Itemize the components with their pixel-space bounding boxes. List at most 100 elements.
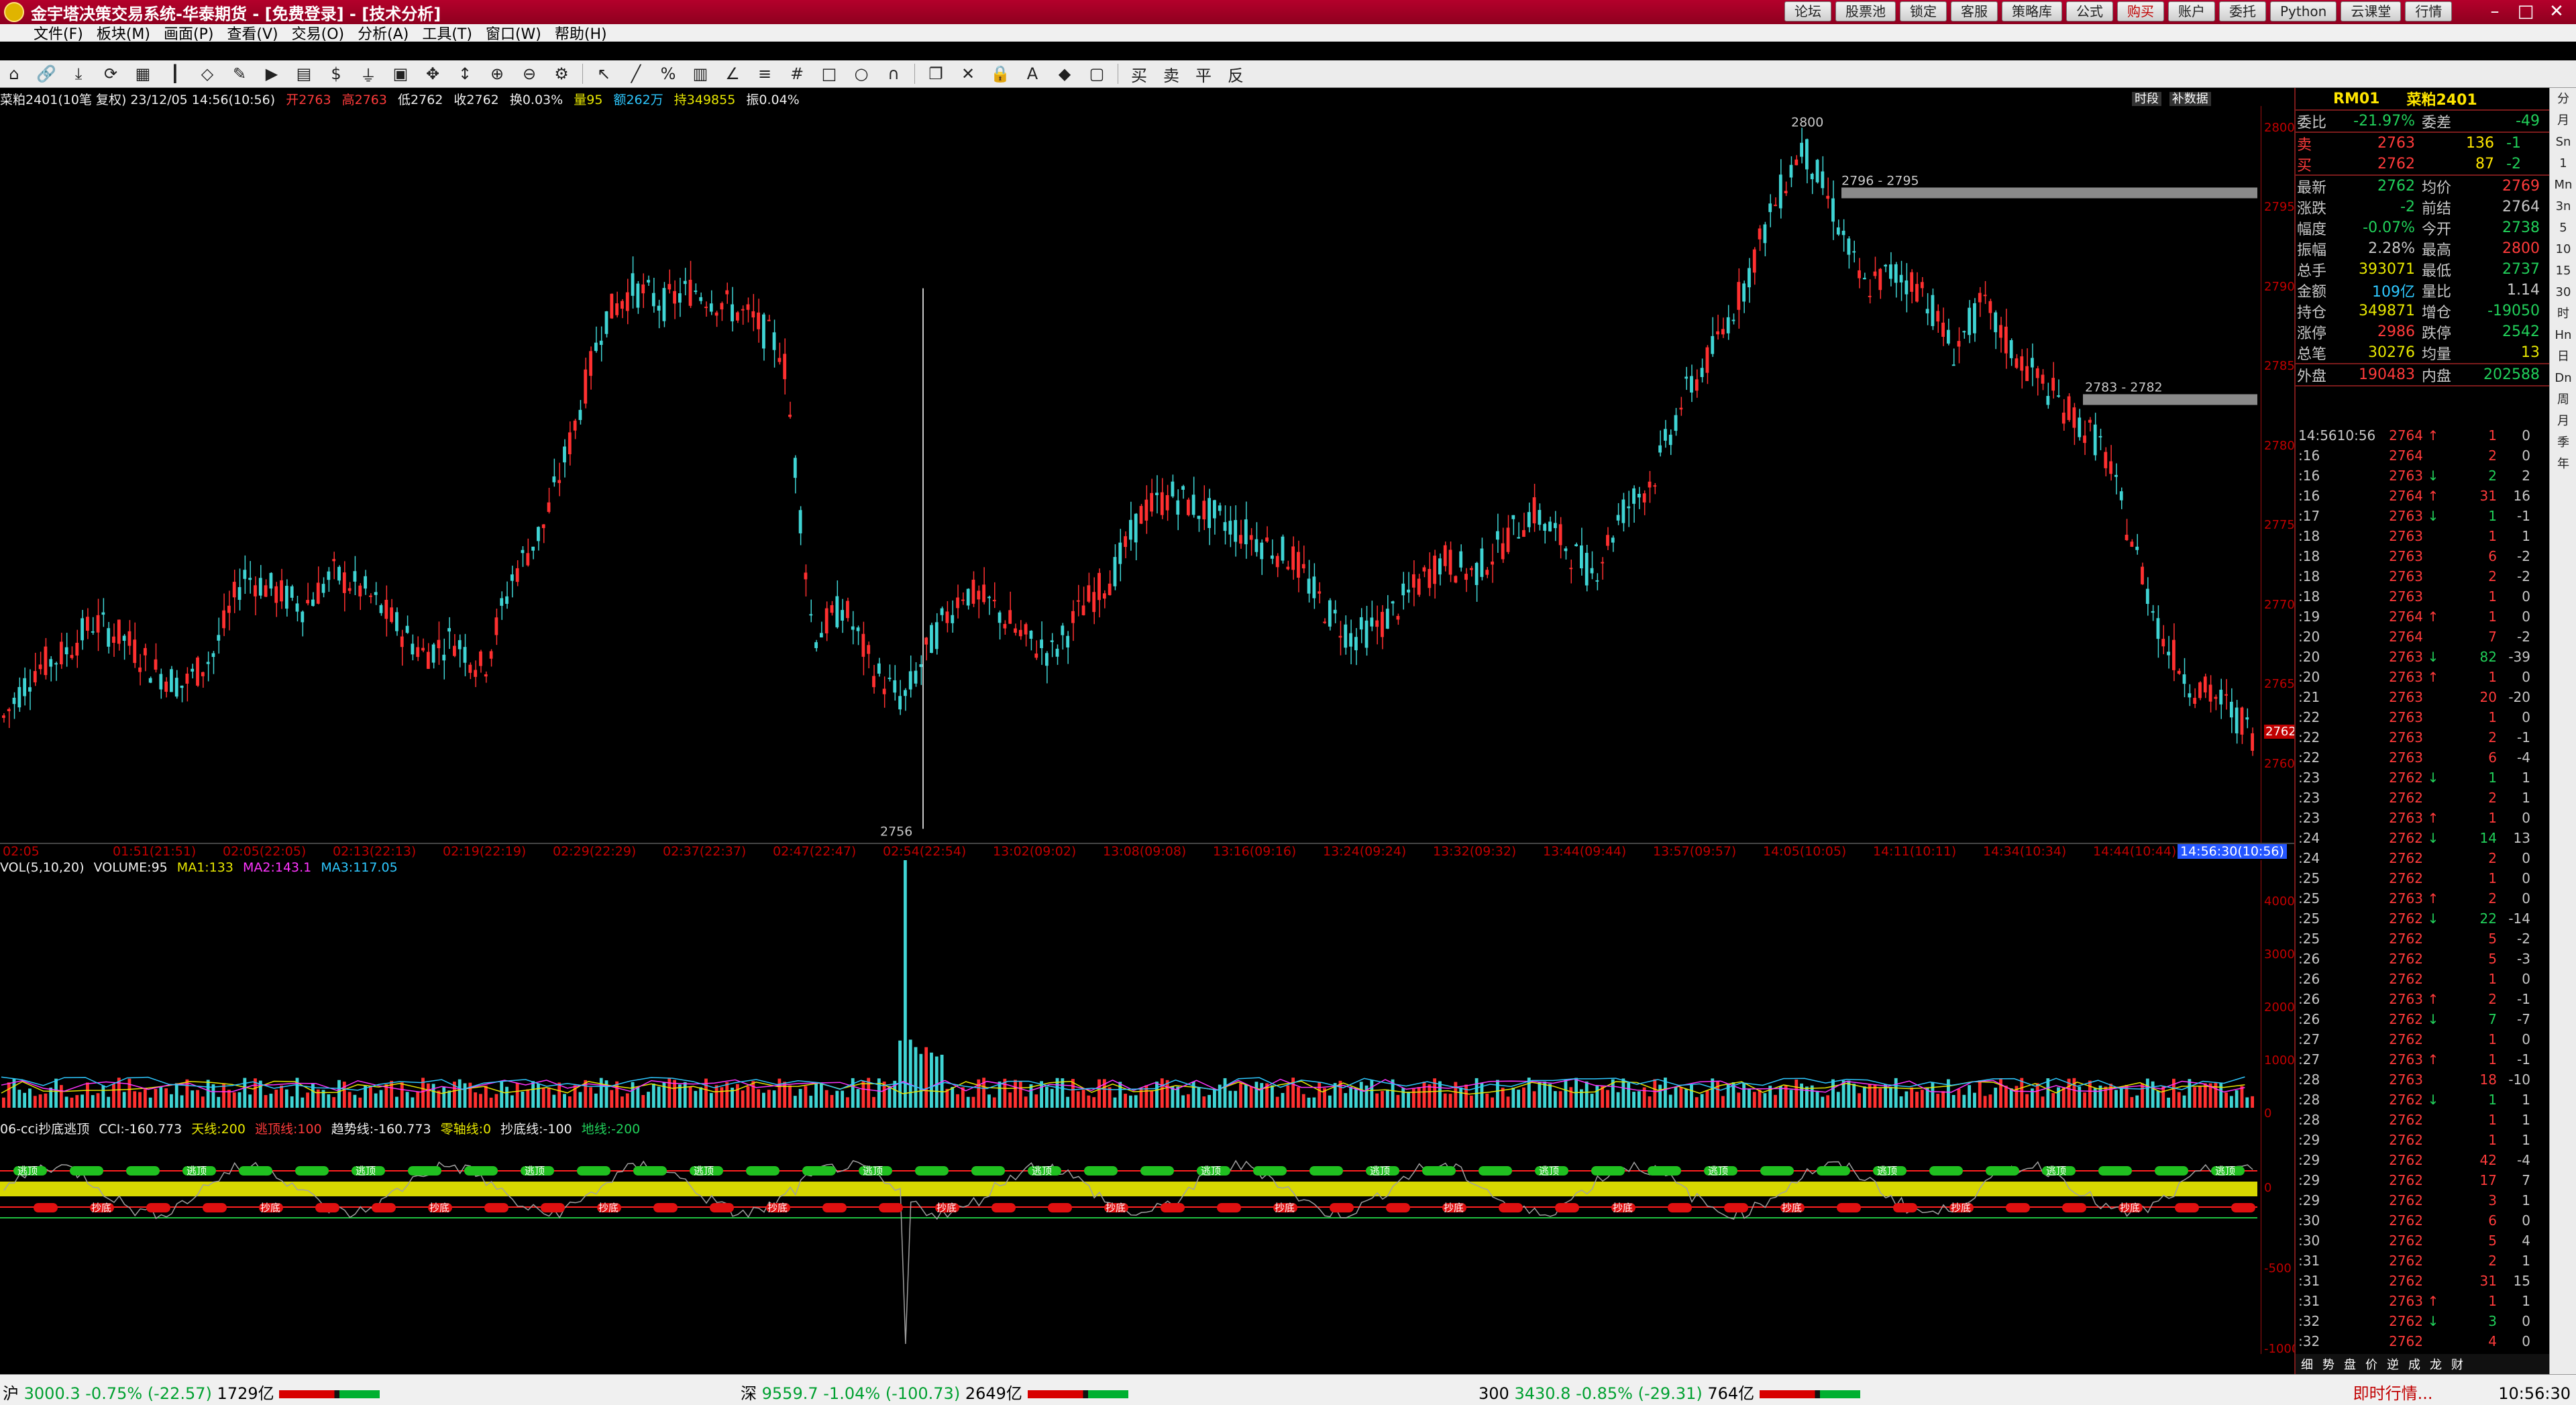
grid-icon[interactable]: ▦ [131, 62, 154, 85]
side-tab-13[interactable]: Dn [2550, 368, 2576, 388]
quote-tab-6[interactable]: 龙 [2430, 1355, 2442, 1373]
menu-item-3[interactable]: 查看(V) [227, 22, 278, 44]
side-tab-5[interactable]: 3n [2550, 197, 2576, 217]
side-tab-3[interactable]: 1 [2550, 154, 2576, 174]
side-tab-12[interactable]: 日 [2550, 347, 2576, 367]
bars-icon[interactable]: ┃ [164, 62, 186, 85]
zoom-out-icon[interactable]: ⊖ [518, 62, 541, 85]
side-tab-16[interactable]: 季 [2550, 433, 2576, 453]
play-icon[interactable]: ▶ [260, 62, 283, 85]
minimize-icon[interactable]: – [2479, 0, 2510, 23]
quick-button-5[interactable]: 公式 [2066, 1, 2113, 21]
side-tab-4[interactable]: Mn [2550, 175, 2576, 195]
menu-item-6[interactable]: 工具(T) [422, 22, 472, 44]
quick-button-10[interactable]: 云课堂 [2341, 1, 2402, 21]
reverse-icon[interactable]: 反 [1224, 62, 1247, 85]
quick-button-11[interactable]: 行情 [2405, 1, 2453, 21]
side-tab-17[interactable]: 年 [2550, 454, 2576, 474]
menu-item-1[interactable]: 板块(M) [97, 22, 150, 44]
side-tab-9[interactable]: 30 [2550, 282, 2576, 303]
sh-index[interactable]: 沪 3000.3 -0.75% (-22.57) 1729亿 [3, 1380, 380, 1404]
zoom-in-icon[interactable]: ⊕ [486, 62, 508, 85]
menu-item-7[interactable]: 窗口(W) [486, 22, 541, 44]
flat-icon[interactable]: 平 [1192, 62, 1215, 85]
side-tab-6[interactable]: 5 [2550, 218, 2576, 238]
download-icon[interactable]: ⤓ [67, 62, 90, 85]
menu-item-4[interactable]: 交易(O) [292, 22, 344, 44]
contract-code[interactable]: RM01 [2333, 91, 2379, 107]
quote-tab-7[interactable]: 财 [2451, 1355, 2463, 1373]
buy-icon[interactable]: 买 [1128, 62, 1150, 85]
side-tab-10[interactable]: 时 [2550, 304, 2576, 324]
levels-icon[interactable]: ≡ [753, 62, 776, 85]
quote-tab-3[interactable]: 价 [2365, 1355, 2377, 1373]
quick-button-8[interactable]: 委托 [2219, 1, 2266, 21]
side-tab-11[interactable]: Hn [2550, 325, 2576, 346]
menu-item-0[interactable]: 文件(F) [34, 22, 83, 44]
circle-icon[interactable]: ○ [850, 62, 873, 85]
sz-delta: (-100.73) [885, 1384, 961, 1403]
move-icon[interactable]: ✥ [421, 62, 444, 85]
quick-button-6[interactable]: 购买 [2117, 1, 2164, 21]
side-tab-1[interactable]: 月 [2550, 111, 2576, 131]
lock-icon[interactable]: 🔒 [989, 62, 1012, 85]
line-icon[interactable]: ╱ [625, 62, 647, 85]
text-icon[interactable]: A [1021, 62, 1044, 85]
quote-tab-0[interactable]: 细 [2301, 1355, 2313, 1373]
diamond-icon[interactable]: ◇ [196, 62, 219, 85]
rect-icon[interactable]: □ [818, 62, 841, 85]
quote-tab-5[interactable]: 成 [2408, 1355, 2420, 1373]
pointer-icon[interactable]: ↖ [592, 62, 615, 85]
period-button[interactable]: 时段 [2132, 92, 2161, 106]
doc-icon[interactable]: ▤ [292, 62, 315, 85]
menu-item-8[interactable]: 帮助(H) [555, 22, 607, 44]
quick-button-7[interactable]: 账户 [2168, 1, 2215, 21]
close-icon[interactable]: ✕ [2541, 0, 2572, 23]
fill-data-button[interactable]: 补数据 [2169, 92, 2211, 106]
percent-icon[interactable]: % [657, 62, 680, 85]
gear-icon[interactable]: ⚙ [550, 62, 573, 85]
ask-row[interactable]: 卖 2763 136 -1 [2296, 133, 2551, 154]
quick-button-4[interactable]: 策略库 [2002, 1, 2062, 21]
hash-icon[interactable]: # [786, 62, 808, 85]
dollar-icon[interactable]: $ [325, 62, 347, 85]
sz-index[interactable]: 深 9559.7 -1.04% (-100.73) 2649亿 [741, 1380, 1128, 1404]
quote-tab-2[interactable]: 盘 [2344, 1355, 2356, 1373]
side-tab-15[interactable]: 月 [2550, 411, 2576, 431]
quote-tab-1[interactable]: 势 [2322, 1355, 2334, 1373]
side-tab-2[interactable]: Sn [2550, 132, 2576, 152]
maximize-icon[interactable]: □ [2510, 0, 2541, 23]
quote-tab-4[interactable]: 逆 [2387, 1355, 2399, 1373]
grid-lines-icon[interactable]: ▥ [689, 62, 712, 85]
magnet-icon[interactable]: ∩ [882, 62, 905, 85]
side-tab-8[interactable]: 15 [2550, 261, 2576, 281]
bid-row[interactable]: 买 2762 87 -2 [2296, 154, 2551, 174]
frame-icon[interactable]: ▢ [1085, 62, 1108, 85]
side-tab-7[interactable]: 10 [2550, 240, 2576, 260]
delete-icon[interactable]: ✕ [957, 62, 979, 85]
home-icon[interactable]: ⌂ [3, 62, 25, 85]
filter-icon[interactable]: ⏚ [357, 62, 380, 85]
color-icon[interactable]: ◆ [1053, 62, 1076, 85]
quick-button-1[interactable]: 股票池 [1835, 1, 1896, 21]
quick-button-0[interactable]: 论坛 [1784, 1, 1831, 21]
quick-button-3[interactable]: 客服 [1951, 1, 1998, 21]
angle-icon[interactable]: ∠ [721, 62, 744, 85]
window-icon[interactable]: ▣ [389, 62, 412, 85]
refresh-icon[interactable]: ⟳ [99, 62, 122, 85]
menu-item-5[interactable]: 分析(A) [358, 22, 409, 44]
chart-area[interactable]: 2796 - 2795 2783 - 2782 2800 2756 逃顶 抄底 逃顶 抄底 逃顶… [0, 88, 2261, 1374]
side-tab-0[interactable]: 分 [2550, 89, 2576, 109]
quick-button-9[interactable]: Python [2270, 1, 2337, 21]
quick-button-2[interactable]: 锁定 [1900, 1, 1947, 21]
tick-list[interactable]: 14:5610:56 2764 ↑ 1 0:16 2764 2 0:16 2763 ↓ 2 2:16 2… [2296, 425, 2551, 1351]
cursor-icon[interactable]: ↕ [453, 62, 476, 85]
sell-icon[interactable]: 卖 [1160, 62, 1183, 85]
pencil-icon[interactable]: ✎ [228, 62, 251, 85]
hs300-index[interactable]: 300 3430.8 -0.85% (-29.31) 764亿 [1479, 1380, 1860, 1404]
link-icon[interactable]: 🔗 [35, 62, 58, 85]
copy-icon[interactable]: ❐ [924, 62, 947, 85]
price-chart[interactable]: 2796 - 2795 2783 - 2782 2800 2756 逃顶抄底 逃顶抄底 逃顶… [0, 88, 2261, 1374]
menu-item-2[interactable]: 画面(P) [164, 22, 213, 44]
side-tab-14[interactable]: 周 [2550, 390, 2576, 410]
